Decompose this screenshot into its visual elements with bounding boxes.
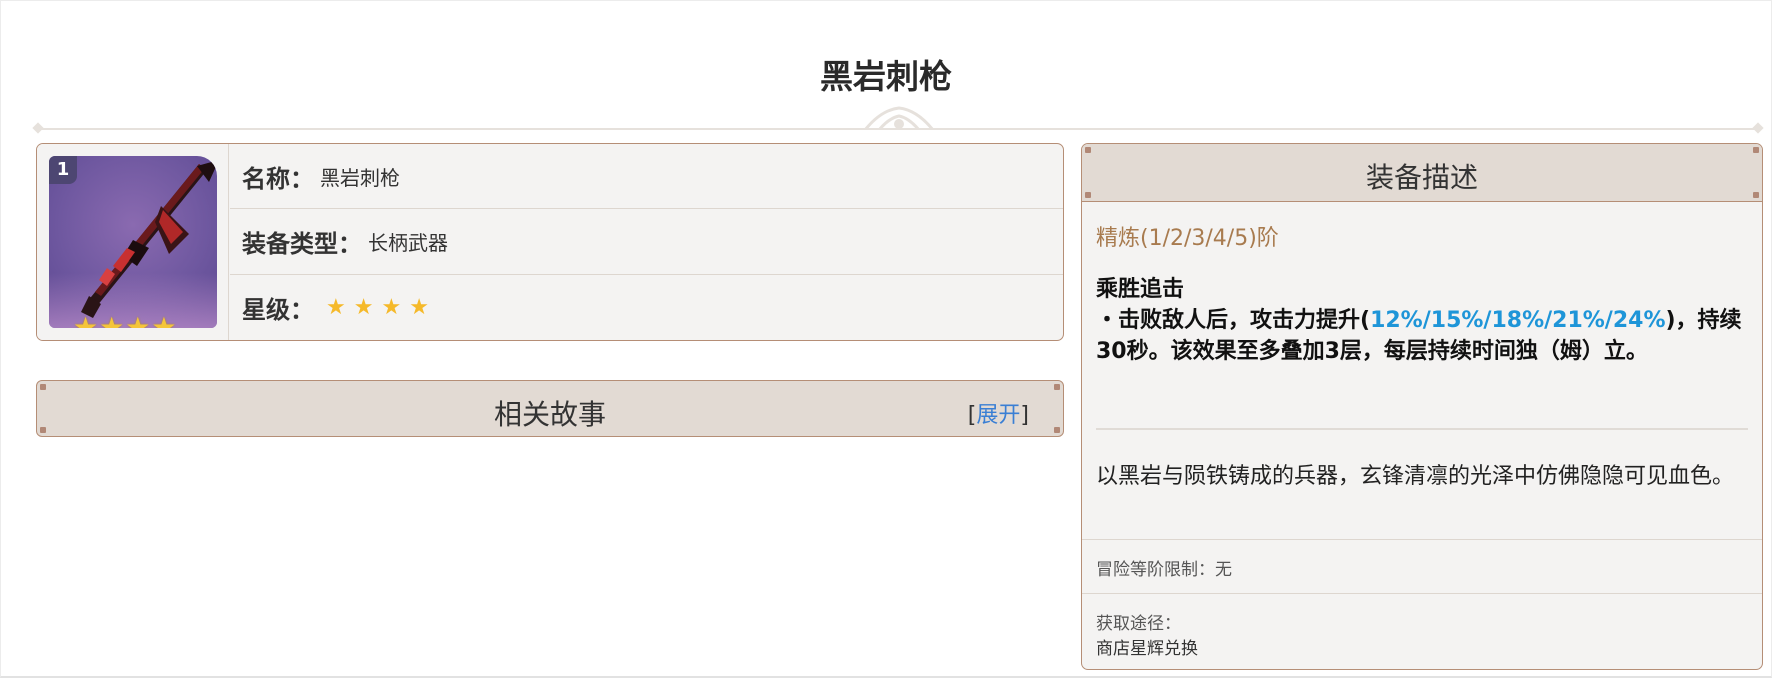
- corner-ornament: [1085, 147, 1091, 153]
- refinement-level-badge: 1: [49, 156, 77, 184]
- description-divider: [1096, 428, 1748, 430]
- related-story-bar[interactable]: 相关故事 [展开]: [36, 380, 1064, 437]
- adventure-rank-limit: 冒险等阶限制：无: [1096, 560, 1232, 580]
- passive-values: 12%/15%/18%/21%/24%: [1370, 308, 1666, 333]
- page-title: 黑岩刺枪: [820, 57, 952, 96]
- expand-link[interactable]: 展开: [976, 403, 1020, 428]
- lore-text: 以黑岩与陨铁铸成的兵器，玄锋清凛的光泽中仿佛隐隐可见血色。: [1096, 464, 1735, 489]
- source-label: 获取途径：: [1096, 614, 1181, 634]
- star-icon: ★: [381, 294, 402, 320]
- star-icon: ★: [151, 311, 177, 329]
- star-rating: ★ ★ ★ ★: [326, 295, 429, 320]
- name-value: 黑岩刺枪: [320, 165, 400, 190]
- equipment-description-panel: 装备描述 精炼(1/2/3/4/5)阶 乘胜追击 ・击败敌人后，攻击力提升(12…: [1081, 143, 1763, 670]
- name-row: 名称： 黑岩刺枪: [230, 144, 1063, 210]
- description-title: 装备描述: [1365, 161, 1478, 194]
- passive-text-before: ・击败敌人后，攻击力提升(: [1096, 308, 1371, 333]
- star-icon: ★: [409, 294, 429, 320]
- star-icon: ★: [326, 294, 346, 320]
- title-ornament-icon: [863, 106, 935, 130]
- row-divider: [1082, 539, 1762, 540]
- type-row: 装备类型： 长柄武器: [230, 209, 1063, 275]
- corner-ornament: [1054, 384, 1060, 390]
- name-label: 名称：: [242, 164, 314, 193]
- type-value: 长柄武器: [368, 230, 448, 255]
- corner-ornament: [1753, 147, 1759, 153]
- weapon-thumbnail-cell: 1 ★ ★ ★ ★: [37, 144, 229, 340]
- star-icon: ★: [353, 294, 374, 320]
- weapon-thumbnail: 1 ★ ★ ★ ★: [49, 156, 217, 328]
- info-rows: 名称： 黑岩刺枪 装备类型： 长柄武器 星级： ★ ★ ★ ★: [230, 144, 1063, 340]
- star-icon: ★: [73, 311, 99, 329]
- passive-text: ・击败敌人后，攻击力提升(12%/15%/18%/21%/24%)，持续30秒。…: [1096, 305, 1746, 367]
- story-toggle: [展开]: [968, 397, 1029, 429]
- weapon-info-box: 1 ★ ★ ★ ★ 名称： 黑岩刺枪 装备类型： 长柄武器 星级： ★ ★ ★ …: [36, 143, 1064, 341]
- description-header: 装备描述: [1082, 144, 1762, 202]
- refinement-text: 精炼(1/2/3/4/5)阶: [1096, 226, 1279, 251]
- bracket-close: ]: [1020, 403, 1029, 428]
- type-label: 装备类型：: [242, 229, 362, 258]
- related-story-title: 相关故事: [493, 398, 606, 431]
- rarity-row: 星级： ★ ★ ★ ★: [230, 275, 1063, 340]
- star-icon: ★: [99, 311, 125, 329]
- passive-name: 乘胜追击: [1096, 277, 1185, 302]
- thumbnail-star-rating: ★ ★ ★ ★: [73, 311, 177, 329]
- star-icon: ★: [125, 311, 151, 329]
- source-value: 商店星辉兑换: [1096, 639, 1198, 659]
- row-divider: [1082, 593, 1762, 594]
- corner-ornament: [40, 384, 46, 390]
- passive-effect: 乘胜追击 ・击败敌人后，攻击力提升(12%/15%/18%/21%/24%)，持…: [1096, 274, 1746, 367]
- rarity-label: 星级：: [242, 295, 314, 324]
